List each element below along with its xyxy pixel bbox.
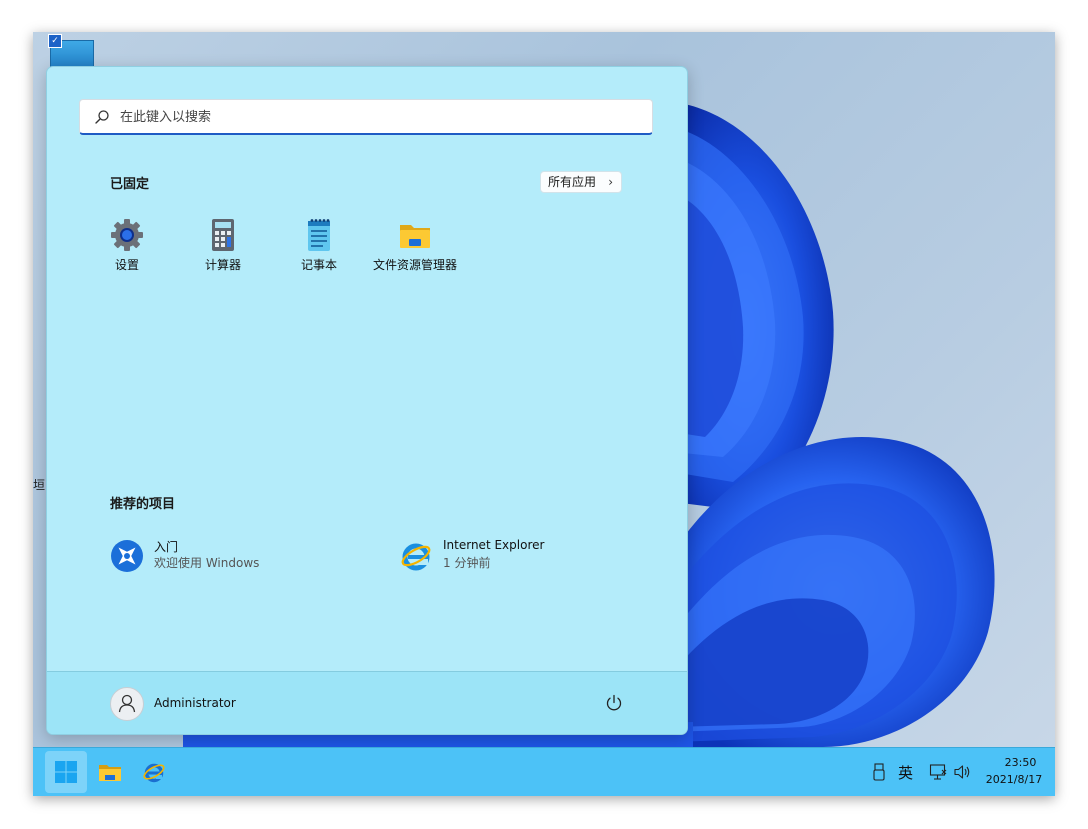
folder-icon xyxy=(99,765,121,781)
recommended-title-text: 入门 xyxy=(154,540,179,554)
power-icon[interactable] xyxy=(604,693,624,713)
user-icon xyxy=(118,694,136,713)
taskbar-file-explorer[interactable] xyxy=(89,751,131,793)
start-button[interactable] xyxy=(45,751,87,793)
all-apps-label: 所有应用 xyxy=(548,175,597,189)
pinned-label: 记事本 xyxy=(300,258,337,272)
recommended-item-get-started[interactable]: 入门 欢迎使用 Windows xyxy=(110,537,310,573)
pinned-label: 计算器 xyxy=(204,258,241,272)
internet-explorer-icon xyxy=(401,543,431,571)
folder-icon xyxy=(400,225,430,248)
ime-indicator[interactable]: 英 xyxy=(898,762,913,783)
pinned-item-settings[interactable]: 设置 xyxy=(79,217,175,273)
all-apps-button[interactable]: 所有应用 › xyxy=(540,171,622,193)
gear-icon xyxy=(111,219,143,251)
calculator-icon xyxy=(212,219,234,251)
network-icon[interactable] xyxy=(929,763,947,781)
recommended-item-internet-explorer[interactable]: Internet Explorer 1 分钟前 xyxy=(399,537,599,573)
clock-date[interactable]: 2021/8/17 xyxy=(979,773,1049,786)
start-footer: Administrator xyxy=(47,671,687,734)
recommended-title-text: Internet Explorer xyxy=(443,538,545,552)
desktop-edge-text: 垣 xyxy=(33,478,45,492)
desktop: ✓ 垣 已固定 所有应用 › xyxy=(33,32,1055,796)
user-avatar[interactable] xyxy=(110,687,144,721)
search-icon xyxy=(95,110,109,124)
recommended-subtitle: 1 分钟前 xyxy=(443,556,491,570)
pinned-item-notepad[interactable]: 记事本 xyxy=(271,217,367,273)
checkbox-icon[interactable]: ✓ xyxy=(48,34,62,48)
volume-icon[interactable] xyxy=(953,764,971,780)
taskbar: 英 23:50 2021/8/17 xyxy=(33,747,1055,796)
usb-icon[interactable] xyxy=(872,763,886,781)
search-box[interactable] xyxy=(79,99,653,135)
recommended-title: 推荐的项目 xyxy=(110,497,176,512)
get-started-icon xyxy=(111,540,143,572)
clock-time[interactable]: 23:50 xyxy=(993,756,1048,769)
internet-explorer-icon xyxy=(143,763,165,783)
taskbar-internet-explorer[interactable] xyxy=(133,751,175,793)
search-input[interactable] xyxy=(120,100,640,134)
pinned-title: 已固定 xyxy=(110,177,150,192)
recommended-subtitle: 欢迎使用 Windows xyxy=(154,556,260,570)
windows-start-icon xyxy=(55,761,77,783)
start-menu: 已固定 所有应用 › xyxy=(46,66,688,735)
pinned-label: 设置 xyxy=(114,258,139,272)
pinned-item-calculator[interactable]: 计算器 xyxy=(175,217,271,273)
pinned-item-file-explorer[interactable]: 文件资源管理器 xyxy=(367,217,463,273)
chevron-right-icon: › xyxy=(608,175,613,189)
pinned-label: 文件资源管理器 xyxy=(372,258,457,272)
user-name[interactable]: Administrator xyxy=(154,696,236,710)
notepad-icon xyxy=(308,219,330,251)
